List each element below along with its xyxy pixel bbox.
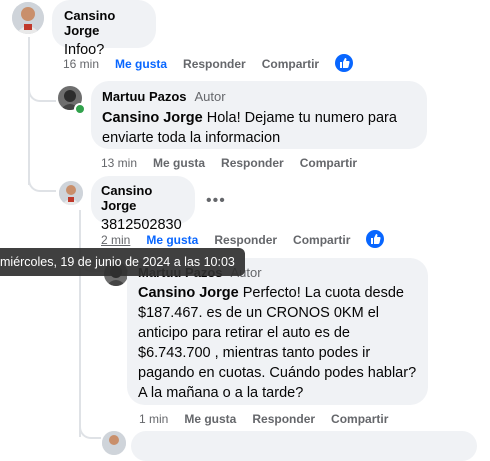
thumbs-up-icon[interactable]: [366, 230, 384, 248]
comment-author[interactable]: Cansino Jorge: [101, 183, 185, 213]
profile-photo-icon: [59, 181, 83, 205]
like-button[interactable]: Me gusta: [115, 57, 167, 71]
like-button[interactable]: Me gusta: [146, 233, 198, 247]
comment-author[interactable]: Martuu Pazos: [102, 89, 187, 104]
timestamp-tooltip: miércoles, 19 de junio de 2024 a las 10:…: [0, 248, 245, 276]
like-button[interactable]: Me gusta: [153, 156, 205, 170]
avatar-cansino-jorge[interactable]: [12, 2, 44, 34]
comment-bubble-3: Cansino Jorge 3812502830: [91, 176, 195, 233]
comment-bubble-4: Martuu PazosAutor Cansino Jorge Perfecto…: [127, 258, 428, 405]
comment-bubble-1: Cansino Jorge Infoo?: [52, 0, 156, 58]
reply-button[interactable]: Responder: [183, 57, 246, 71]
comment-bubble-2: Martuu Pazos Autor Cansino Jorge Hola! De…: [91, 81, 427, 149]
share-button[interactable]: Compartir: [293, 233, 350, 247]
thread-connector-reply-5: [79, 405, 101, 439]
comment-text: 3812502830: [101, 217, 182, 233]
comment-author[interactable]: Cansino Jorge: [64, 8, 144, 38]
comment-actions-2: 13 min Me gusta Responder Compartir: [101, 156, 373, 170]
share-button[interactable]: Compartir: [331, 412, 388, 426]
mention-link[interactable]: Cansino Jorge: [138, 285, 239, 301]
comment-timestamp[interactable]: 16 min: [63, 57, 99, 71]
tooltip-text: miércoles, 19 de junio de 2024 a las 10:…: [0, 255, 235, 269]
profile-photo-icon: [12, 2, 44, 34]
avatar-next-comment[interactable]: [102, 431, 126, 455]
author-badge: Autor: [194, 89, 226, 104]
comment-actions-3: 2 min Me gusta Responder Compartir: [101, 233, 366, 247]
like-button[interactable]: Me gusta: [184, 412, 236, 426]
comment-actions-4: 1 min Me gusta Responder Compartir: [139, 412, 404, 426]
comment-actions-1: 16 min Me gusta Responder Compartir: [63, 57, 335, 71]
reply-button[interactable]: Responder: [252, 412, 315, 426]
thread-connector-reply-1: [28, 60, 56, 102]
more-options-icon[interactable]: •••: [206, 192, 226, 210]
comment-timestamp[interactable]: 1 min: [139, 412, 168, 426]
profile-photo-icon: [102, 431, 126, 455]
comment-timestamp[interactable]: 13 min: [101, 156, 137, 170]
comment-bubble-5: [131, 431, 477, 461]
thread-connector-reply-2: [28, 150, 56, 192]
share-button[interactable]: Compartir: [262, 57, 319, 71]
online-status-dot: [74, 103, 86, 115]
comment-text: Perfecto! La cuota desde $187.467. es de…: [138, 285, 417, 401]
mention-link[interactable]: Cansino Jorge: [102, 110, 203, 126]
share-button[interactable]: Compartir: [300, 156, 357, 170]
reply-button[interactable]: Responder: [214, 233, 277, 247]
reply-button[interactable]: Responder: [221, 156, 284, 170]
avatar-cansino-jorge[interactable]: [59, 181, 83, 205]
thumbs-up-icon[interactable]: [335, 54, 353, 72]
comment-timestamp[interactable]: 2 min: [101, 233, 130, 247]
